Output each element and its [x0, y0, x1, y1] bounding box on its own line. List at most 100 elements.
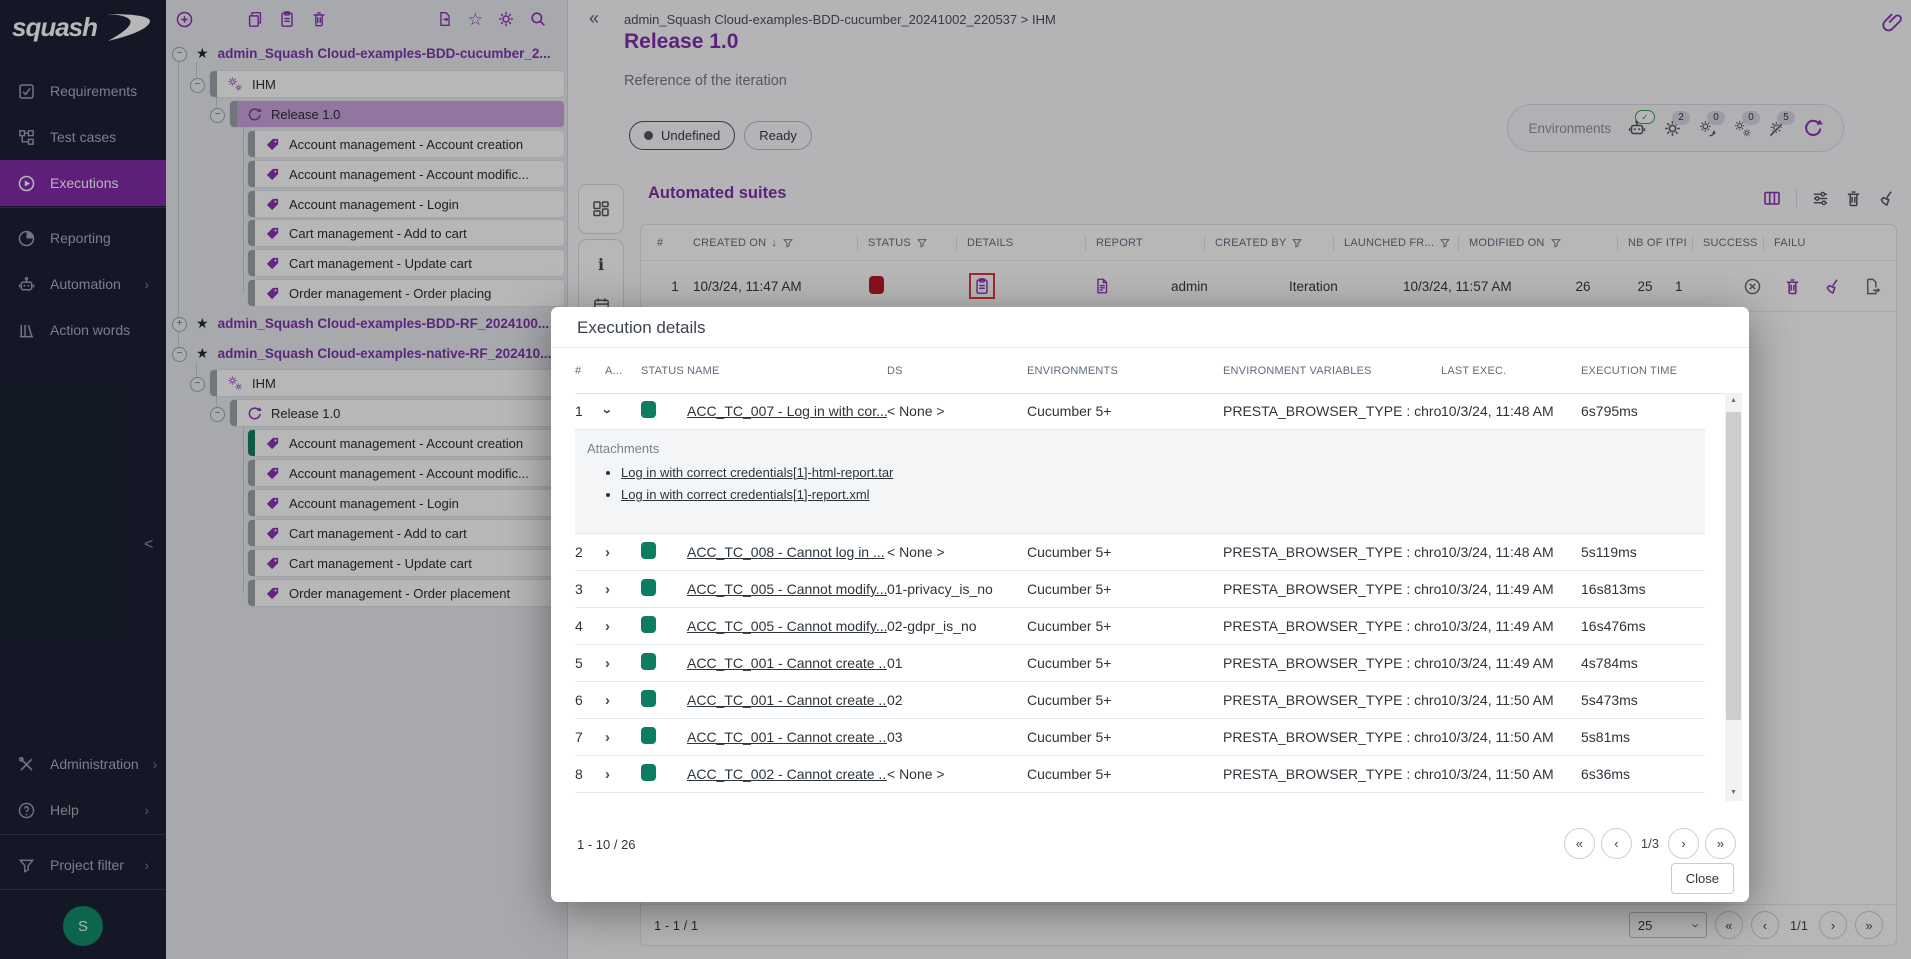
col-header: NAME — [687, 365, 887, 377]
dialog-title: Execution details — [577, 318, 706, 338]
execution-row[interactable]: 4 › ACC_TC_005 - Cannot modify... 02-gdp… — [575, 608, 1705, 645]
dialog-table-body: 1 › ACC_TC_007 - Log in with cor... < No… — [575, 393, 1705, 801]
collapse-chevron-icon[interactable]: › — [599, 409, 616, 414]
environment-variables-value: PRESTA_BROWSER_TYPE : chrome — [1223, 403, 1441, 419]
scroll-up-icon[interactable]: ▲ — [1725, 393, 1742, 409]
execution-row[interactable]: 5 › ACC_TC_001 - Cannot create ... 01 Cu… — [575, 645, 1705, 682]
attachments-label: Attachments — [587, 441, 1705, 456]
dataset-value: 02 — [887, 692, 1027, 708]
environment-variables-value: PRESTA_BROWSER_TYPE : chrome — [1223, 655, 1441, 671]
col-header: ENVIRONMENT VARIABLES — [1223, 365, 1441, 377]
execution-row[interactable]: 7 › ACC_TC_001 - Cannot create ... 03 Cu… — [575, 719, 1705, 756]
dataset-value: 01-privacy_is_no — [887, 581, 1027, 597]
execution-time-value: 6s36ms — [1581, 766, 1701, 782]
dialog-table-header: # A... STATUS NAME DS ENVIRONMENTS ENVIR… — [575, 348, 1725, 394]
execution-link[interactable]: ACC_TC_005 - Cannot modify... — [687, 581, 887, 597]
dataset-value: < None > — [887, 544, 1027, 560]
execution-link[interactable]: ACC_TC_001 - Cannot create ... — [687, 692, 887, 708]
last-exec-value: 10/3/24, 11:48 AM — [1441, 403, 1581, 419]
status-success-indicator — [641, 616, 656, 633]
first-page-button[interactable]: « — [1564, 828, 1595, 859]
row-number: 5 — [575, 655, 605, 671]
status-success-indicator — [641, 579, 656, 596]
last-exec-value: 10/3/24, 11:50 AM — [1441, 729, 1581, 745]
attachment-item: Log in with correct credentials[1]-repor… — [621, 487, 1705, 502]
environment-variables-value: PRESTA_BROWSER_TYPE : chrome — [1223, 692, 1441, 708]
last-exec-value: 10/3/24, 11:50 AM — [1441, 766, 1581, 782]
execution-link[interactable]: ACC_TC_008 - Cannot log in ... — [687, 544, 885, 560]
col-header: ENVIRONMENTS — [1027, 365, 1223, 377]
col-header: # — [575, 365, 605, 377]
dataset-value: < None > — [887, 766, 1027, 782]
row-number: 2 — [575, 544, 605, 560]
last-exec-value: 10/3/24, 11:49 AM — [1441, 655, 1581, 671]
page-indicator: 1/3 — [1638, 836, 1662, 851]
execution-row[interactable]: 1 › ACC_TC_007 - Log in with cor... < No… — [575, 393, 1705, 430]
expand-chevron-icon[interactable]: › — [605, 692, 610, 709]
execution-time-value: 5s119ms — [1581, 544, 1701, 560]
execution-row[interactable]: 6 › ACC_TC_001 - Cannot create ... 02 Cu… — [575, 682, 1705, 719]
execution-link[interactable]: ACC_TC_001 - Cannot create ... — [687, 729, 887, 745]
col-header: STATUS — [641, 365, 687, 377]
execution-link[interactable]: ACC_TC_005 - Cannot modify... — [687, 618, 887, 634]
environment-variables-value: PRESTA_BROWSER_TYPE : chrome — [1223, 618, 1441, 634]
execution-time-value: 5s81ms — [1581, 729, 1701, 745]
row-number: 3 — [575, 581, 605, 597]
execution-link[interactable]: ACC_TC_002 - Cannot create ... — [687, 766, 887, 782]
close-button[interactable]: Close — [1671, 863, 1734, 894]
scroll-down-icon[interactable]: ▼ — [1725, 785, 1742, 801]
status-success-indicator — [641, 401, 656, 418]
dialog-pagination-range: 1 - 10 / 26 — [577, 837, 636, 852]
last-page-button[interactable]: » — [1705, 828, 1736, 859]
attachment-link[interactable]: Log in with correct credentials[1]-repor… — [621, 487, 870, 502]
status-success-indicator — [641, 764, 656, 781]
execution-row[interactable]: 3 › ACC_TC_005 - Cannot modify... 01-pri… — [575, 571, 1705, 608]
status-success-indicator — [641, 690, 656, 707]
execution-row[interactable]: 8 › ACC_TC_002 - Cannot create ... < Non… — [575, 756, 1705, 793]
status-success-indicator — [641, 653, 656, 670]
last-exec-value: 10/3/24, 11:50 AM — [1441, 692, 1581, 708]
execution-link[interactable]: ACC_TC_001 - Cannot create ... — [687, 655, 887, 671]
execution-time-value: 6s795ms — [1581, 403, 1701, 419]
row-number: 8 — [575, 766, 605, 782]
next-page-button[interactable]: › — [1668, 828, 1699, 859]
execution-link[interactable]: ACC_TC_007 - Log in with cor... — [687, 403, 887, 419]
execution-row[interactable]: 2 › ACC_TC_008 - Cannot log in ... < Non… — [575, 534, 1705, 571]
expand-chevron-icon[interactable]: › — [605, 544, 610, 561]
execution-time-value: 5s473ms — [1581, 692, 1701, 708]
attachment-link[interactable]: Log in with correct credentials[1]-html-… — [621, 465, 893, 480]
row-number: 4 — [575, 618, 605, 634]
last-exec-value: 10/3/24, 11:49 AM — [1441, 581, 1581, 597]
environment-variables-value: PRESTA_BROWSER_TYPE : chrome — [1223, 766, 1441, 782]
environment-variables-value: PRESTA_BROWSER_TYPE : chrome — [1223, 581, 1441, 597]
environment-value: Cucumber 5+ — [1027, 544, 1223, 560]
col-header: LAST EXEC. — [1441, 365, 1581, 377]
environment-value: Cucumber 5+ — [1027, 692, 1223, 708]
col-header: DS — [887, 365, 1027, 377]
expand-chevron-icon[interactable]: › — [605, 655, 610, 672]
dialog-pagination: « ‹ 1/3 › » — [1564, 828, 1736, 859]
dataset-value: 02-gdpr_is_no — [887, 618, 1027, 634]
application-window: squash Requirements Test cases Execution… — [0, 0, 1911, 959]
expand-chevron-icon[interactable]: › — [605, 766, 610, 783]
col-header: A... — [605, 365, 641, 377]
expand-chevron-icon[interactable]: › — [605, 581, 610, 598]
environment-value: Cucumber 5+ — [1027, 618, 1223, 634]
expand-chevron-icon[interactable]: › — [605, 618, 610, 635]
col-header: EXECUTION TIME — [1581, 365, 1701, 377]
row-number: 7 — [575, 729, 605, 745]
attachments-panel: Attachments Log in with correct credenti… — [575, 430, 1705, 534]
environment-value: Cucumber 5+ — [1027, 729, 1223, 745]
expand-chevron-icon[interactable]: › — [605, 729, 610, 746]
dataset-value: < None > — [887, 403, 1027, 419]
prev-page-button[interactable]: ‹ — [1601, 828, 1632, 859]
environment-value: Cucumber 5+ — [1027, 581, 1223, 597]
execution-row-clipped[interactable]: 9 › ACC_TC_003 - Cannot create ... 01-pr… — [575, 793, 1705, 801]
row-number: 6 — [575, 692, 605, 708]
execution-time-value: 4s784ms — [1581, 655, 1701, 671]
execution-time-value: 16s813ms — [1581, 581, 1701, 597]
scrollbar-thumb[interactable] — [1726, 412, 1741, 720]
environment-value: Cucumber 5+ — [1027, 403, 1223, 419]
modal-scrollbar[interactable]: ▲ ▼ — [1725, 393, 1742, 801]
last-exec-value: 10/3/24, 11:48 AM — [1441, 544, 1581, 560]
